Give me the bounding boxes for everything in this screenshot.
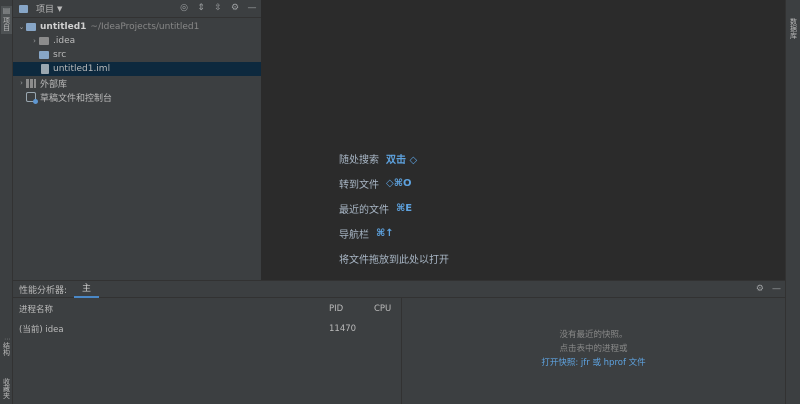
project-tool-tab[interactable]: ▤ 项目 bbox=[1, 6, 12, 34]
project-tool-tab-label: 项目 bbox=[2, 17, 11, 31]
left-tool-strip: ▤ 项目 ⫶ 结构 收藏夹 bbox=[0, 0, 13, 404]
database-tool-tab[interactable]: 数据库 bbox=[788, 18, 799, 46]
project-panel-header: 项目 ▼ ◎ ⇕ ⇳ ⚙ — bbox=[13, 0, 261, 18]
hint-label: 将文件拖放到此处以打开 bbox=[339, 255, 449, 266]
expand-all-icon[interactable]: ⇕ bbox=[196, 3, 206, 13]
profiler-header: 性能分析器: 主 ⚙ — bbox=[13, 281, 785, 298]
table-header: 进程名称 PID CPU bbox=[13, 298, 401, 320]
project-icon: ▤ bbox=[2, 6, 11, 15]
table-row[interactable]: (当前) idea 11470 bbox=[13, 320, 401, 338]
column-header-cpu[interactable]: CPU bbox=[374, 304, 401, 314]
project-panel: 项目 ▼ ◎ ⇕ ⇳ ⚙ — ⌄ untitled1 ~/IdeaProject… bbox=[13, 0, 261, 280]
process-pid-cell: 11470 bbox=[329, 324, 357, 334]
hint-shortcut: 双击 ◇ bbox=[386, 155, 418, 166]
folder-icon bbox=[39, 37, 49, 45]
scratch-icon bbox=[26, 92, 38, 104]
structure-tool-tab-label: 结构 bbox=[2, 342, 11, 356]
snapshots-empty-state: 没有最近的快照。 点击表中的进程或 打开快照: jfr 或 hprof 文件 bbox=[402, 328, 785, 370]
favorites-tool-tab-label: 收藏夹 bbox=[2, 378, 11, 399]
hide-icon[interactable]: — bbox=[247, 3, 257, 13]
tree-item-scratches[interactable]: 草稿文件和控制台 bbox=[13, 90, 261, 104]
tab-main[interactable]: 主 bbox=[74, 281, 100, 298]
tree-item-label: 外部库 bbox=[40, 79, 68, 90]
tree-item-src[interactable]: src bbox=[13, 48, 261, 62]
source-folder-icon bbox=[39, 51, 49, 59]
hint-search-everywhere: 随处搜索 双击 ◇ bbox=[339, 146, 449, 171]
hide-icon[interactable]: — bbox=[772, 284, 781, 294]
process-table: 进程名称 PID CPU (当前) idea 11470 bbox=[13, 298, 401, 404]
editor-area[interactable]: 随处搜索 双击 ◇ 转到文件 ◇⌘O 最近的文件 ⌘E 导航栏 ⌘↑ 将文件拖放… bbox=[261, 0, 785, 280]
tree-item-path: ~/IdeaProjects/untitled1 bbox=[90, 22, 200, 32]
gear-icon[interactable]: ⚙ bbox=[230, 3, 240, 13]
hint-label: 最近的文件 bbox=[339, 205, 389, 216]
tree-item-external-libraries[interactable]: › 外部库 bbox=[13, 76, 261, 90]
snapshots-area: 没有最近的快照。 点击表中的进程或 打开快照: jfr 或 hprof 文件 bbox=[402, 298, 785, 404]
tree-item-label: untitled1.iml bbox=[53, 64, 111, 74]
column-header-name[interactable]: 进程名称 bbox=[13, 303, 329, 315]
empty-message: 没有最近的快照。 bbox=[559, 330, 628, 340]
chevron-right-icon[interactable]: › bbox=[17, 79, 26, 87]
structure-icon: ⫶ bbox=[2, 338, 12, 340]
editor-hints: 随处搜索 双击 ◇ 转到文件 ◇⌘O 最近的文件 ⌘E 导航栏 ⌘↑ 将文件拖放… bbox=[339, 146, 449, 271]
process-name-cell: (当前) idea bbox=[19, 325, 64, 335]
open-snapshot-link[interactable]: 打开快照: jfr 或 hprof 文件 bbox=[402, 356, 785, 370]
hint-drop-files: 将文件拖放到此处以打开 bbox=[339, 246, 449, 271]
chevron-down-icon[interactable]: ▼ bbox=[57, 5, 62, 13]
locate-icon[interactable]: ◎ bbox=[179, 3, 189, 13]
tree-item-label: src bbox=[53, 50, 67, 60]
hint-go-to-file: 转到文件 ◇⌘O bbox=[339, 171, 449, 196]
project-tree: ⌄ untitled1 ~/IdeaProjects/untitled1 › .… bbox=[13, 18, 261, 104]
tree-item-label: .idea bbox=[53, 36, 76, 46]
library-icon bbox=[26, 78, 36, 88]
tree-item-idea[interactable]: › .idea bbox=[13, 34, 261, 48]
hint-label: 转到文件 bbox=[339, 180, 379, 191]
iml-file-icon bbox=[41, 64, 49, 74]
tree-item-root[interactable]: ⌄ untitled1 ~/IdeaProjects/untitled1 bbox=[13, 20, 261, 34]
tree-item-iml[interactable]: untitled1.iml bbox=[13, 62, 261, 76]
collapse-all-icon[interactable]: ⇳ bbox=[213, 3, 223, 13]
hint-label: 导航栏 bbox=[339, 230, 369, 241]
right-tool-strip: 数据库 bbox=[785, 0, 800, 404]
hint-shortcut: ⌘↑ bbox=[376, 228, 394, 239]
tree-item-label: untitled1 bbox=[40, 22, 87, 32]
hint-shortcut: ◇⌘O bbox=[386, 178, 412, 189]
structure-tool-tab[interactable]: ⫶ 结构 bbox=[1, 338, 12, 366]
hint-label: 随处搜索 bbox=[339, 155, 379, 166]
hint-navigation-bar: 导航栏 ⌘↑ bbox=[339, 221, 449, 246]
profiler-title: 性能分析器: bbox=[19, 285, 68, 296]
chevron-down-icon[interactable]: ⌄ bbox=[17, 23, 26, 31]
module-folder-icon bbox=[26, 23, 36, 31]
profiler-toolbar: ⚙ — bbox=[756, 284, 781, 294]
chevron-right-icon[interactable]: › bbox=[30, 37, 39, 45]
hint-shortcut: ⌘E bbox=[396, 203, 413, 214]
database-tool-tab-label: 数据库 bbox=[789, 18, 798, 39]
profiler-panel: 性能分析器: 主 ⚙ — 进程名称 PID CPU (当前) idea 1147… bbox=[13, 281, 785, 404]
project-view-icon bbox=[19, 4, 28, 13]
project-toolbar: ◎ ⇕ ⇳ ⚙ — bbox=[179, 3, 257, 13]
empty-hint: 点击表中的进程或 bbox=[559, 344, 628, 354]
column-header-pid[interactable]: PID bbox=[329, 304, 374, 314]
favorites-tool-tab[interactable]: 收藏夹 bbox=[1, 378, 12, 404]
hint-recent-files: 最近的文件 ⌘E bbox=[339, 196, 449, 221]
gear-icon[interactable]: ⚙ bbox=[756, 284, 764, 294]
project-view-selector[interactable]: 项目 bbox=[36, 2, 54, 15]
tree-item-label: 草稿文件和控制台 bbox=[40, 93, 113, 104]
